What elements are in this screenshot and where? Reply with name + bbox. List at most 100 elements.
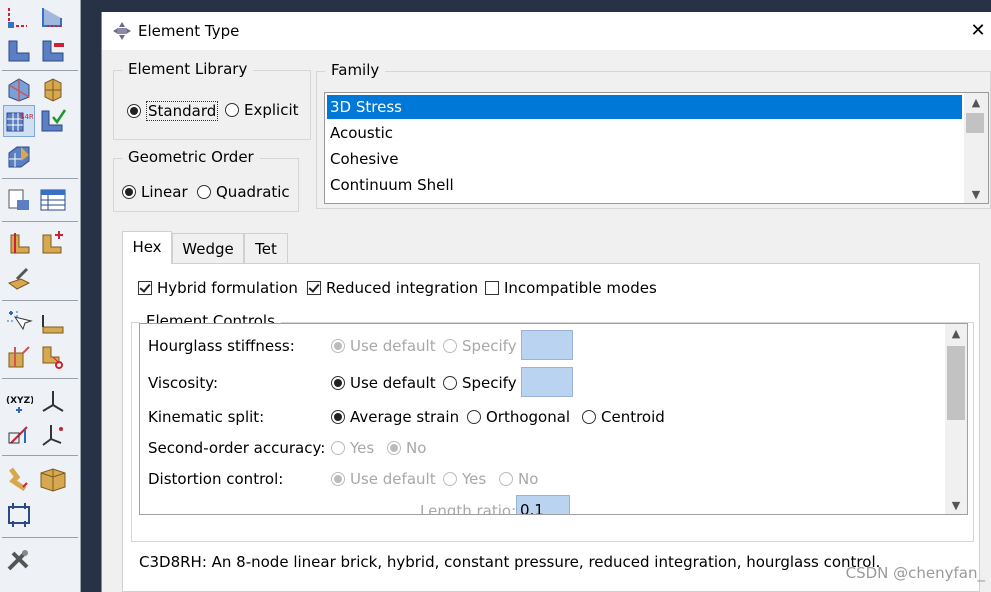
viewport-background-top bbox=[81, 0, 991, 12]
datum-point-icon[interactable] bbox=[38, 420, 68, 450]
radio-indicator[interactable] bbox=[197, 185, 211, 199]
radio-indicator[interactable] bbox=[331, 376, 345, 390]
length-ratio-field[interactable]: 0.1 bbox=[516, 495, 570, 514]
assign-element-type-icon[interactable]: S4R bbox=[3, 105, 35, 137]
radio-indicator[interactable] bbox=[467, 410, 481, 424]
family-item-cohesive[interactable]: Cohesive bbox=[327, 147, 962, 171]
scroll-down-icon[interactable]: ▼ bbox=[964, 185, 988, 203]
split-mesh-icon[interactable] bbox=[38, 342, 68, 372]
tools-icon[interactable] bbox=[4, 546, 34, 576]
hourglass-specify-field[interactable] bbox=[521, 330, 573, 360]
element-library-group: Element Library Standard Explicit bbox=[113, 60, 311, 140]
viscosity-use-default-label: Use default bbox=[350, 374, 436, 392]
checkbox-indicator[interactable] bbox=[307, 281, 321, 295]
viscosity-specify-field[interactable] bbox=[521, 367, 573, 397]
partition-face-icon[interactable] bbox=[4, 228, 34, 258]
table-icon[interactable] bbox=[38, 185, 68, 215]
mesh-orphan-icon[interactable] bbox=[4, 464, 34, 494]
toolbox-divider bbox=[2, 221, 78, 222]
radio-indicator[interactable] bbox=[443, 376, 457, 390]
family-item-3d-stress[interactable]: 3D Stress bbox=[327, 95, 962, 119]
second-order-accuracy-label: Second-order accuracy: bbox=[148, 439, 326, 457]
tab-wedge[interactable]: Wedge bbox=[172, 233, 244, 263]
delete-seeds-icon[interactable] bbox=[38, 36, 68, 66]
viewport-background bbox=[81, 0, 101, 592]
reduced-integration-label: Reduced integration bbox=[326, 279, 479, 297]
seed-part-icon[interactable] bbox=[38, 3, 68, 33]
svg-text:S4R: S4R bbox=[20, 113, 33, 121]
mesh-region-icon[interactable] bbox=[4, 74, 34, 104]
edit-mesh-icon[interactable] bbox=[4, 308, 34, 338]
order-linear-radio[interactable]: Linear bbox=[122, 183, 188, 201]
mesh-node-icon[interactable] bbox=[38, 308, 68, 338]
hybrid-label: Hybrid formulation bbox=[157, 279, 298, 297]
checkbox-indicator[interactable] bbox=[138, 281, 152, 295]
library-standard-radio[interactable]: Standard bbox=[127, 101, 219, 121]
family-item-acoustic[interactable]: Acoustic bbox=[327, 121, 962, 145]
radio-indicator[interactable] bbox=[499, 472, 513, 486]
tab-tet[interactable]: Tet bbox=[244, 233, 288, 263]
close-icon: ✕ bbox=[970, 19, 986, 41]
radio-indicator[interactable] bbox=[331, 339, 345, 353]
length-ratio-label: Length ratio: bbox=[420, 502, 517, 515]
partition-cell-icon[interactable] bbox=[38, 228, 68, 258]
close-button[interactable]: ✕ bbox=[966, 18, 990, 42]
viscosity-specify-radio[interactable]: Specify bbox=[443, 374, 517, 392]
family-scrollbar[interactable]: ▲ ▼ bbox=[964, 93, 988, 203]
query-icon[interactable] bbox=[4, 185, 34, 215]
radio-indicator[interactable] bbox=[443, 339, 457, 353]
mesh-section-icon[interactable] bbox=[38, 464, 68, 494]
radio-indicator[interactable] bbox=[122, 185, 136, 199]
family-item-continuum-shell[interactable]: Continuum Shell bbox=[327, 173, 962, 197]
radio-indicator[interactable] bbox=[582, 410, 596, 424]
library-explicit-radio[interactable]: Explicit bbox=[225, 101, 299, 119]
checkbox-indicator[interactable] bbox=[485, 281, 499, 295]
distortion-yes-radio[interactable]: Yes bbox=[443, 470, 486, 488]
mesh-part-icon[interactable] bbox=[38, 74, 68, 104]
hybrid-checkbox[interactable]: Hybrid formulation bbox=[138, 279, 298, 297]
dialog-titlebar[interactable]: Element Type ✕ bbox=[102, 12, 991, 50]
hourglass-use-default-radio[interactable]: Use default bbox=[331, 337, 436, 355]
viscosity-use-default-radio[interactable]: Use default bbox=[331, 374, 436, 392]
cut-mesh-icon[interactable] bbox=[4, 342, 34, 372]
kinematic-orthogonal-label: Orthogonal bbox=[486, 408, 571, 426]
kinematic-orthogonal-radio[interactable]: Orthogonal bbox=[467, 408, 570, 426]
radio-indicator[interactable] bbox=[387, 441, 401, 455]
radio-indicator[interactable] bbox=[331, 441, 345, 455]
scroll-down-icon[interactable]: ▼ bbox=[945, 496, 967, 514]
virtual-topology-icon[interactable] bbox=[4, 264, 34, 294]
seed-instance-icon[interactable] bbox=[4, 36, 34, 66]
library-standard-label: Standard bbox=[146, 101, 219, 121]
second-order-yes-radio[interactable]: Yes bbox=[331, 439, 374, 457]
order-quadratic-radio[interactable]: Quadratic bbox=[197, 183, 290, 201]
family-title: Family bbox=[325, 61, 386, 79]
kinematic-centroid-radio[interactable]: Centroid bbox=[582, 408, 665, 426]
datum-csys-icon[interactable] bbox=[38, 386, 68, 416]
mesh-boundary-icon[interactable] bbox=[4, 500, 34, 530]
assign-mesh-controls-icon[interactable] bbox=[4, 142, 34, 172]
radio-indicator[interactable] bbox=[225, 103, 239, 117]
verify-mesh-icon[interactable] bbox=[38, 106, 68, 136]
incompatible-modes-checkbox[interactable]: Incompatible modes bbox=[485, 279, 657, 297]
seed-edges-icon[interactable] bbox=[4, 3, 34, 33]
controls-scrollbar[interactable]: ▲ ▼ bbox=[945, 324, 967, 514]
kinematic-average-strain-label: Average strain bbox=[350, 408, 460, 426]
kinematic-average-strain-radio[interactable]: Average strain bbox=[331, 408, 459, 426]
radio-indicator[interactable] bbox=[331, 410, 345, 424]
datum-axis-icon[interactable] bbox=[4, 420, 34, 450]
distortion-no-radio[interactable]: No bbox=[499, 470, 538, 488]
second-order-no-radio[interactable]: No bbox=[387, 439, 426, 457]
radio-indicator[interactable] bbox=[443, 472, 457, 486]
scroll-thumb[interactable] bbox=[966, 113, 984, 133]
hourglass-specify-radio[interactable]: Specify bbox=[443, 337, 517, 355]
scroll-up-icon[interactable]: ▲ bbox=[945, 324, 967, 342]
scroll-up-icon[interactable]: ▲ bbox=[964, 93, 988, 111]
radio-indicator[interactable] bbox=[331, 472, 345, 486]
distortion-use-default-radio[interactable]: Use default bbox=[331, 470, 436, 488]
family-listbox[interactable]: 3D Stress Acoustic Cohesive Continuum Sh… bbox=[324, 92, 989, 204]
tab-hex[interactable]: Hex bbox=[122, 231, 172, 264]
reduced-integration-checkbox[interactable]: Reduced integration bbox=[307, 279, 478, 297]
coordinates-icon[interactable]: (XYZ) bbox=[4, 386, 34, 416]
radio-indicator[interactable] bbox=[127, 104, 141, 118]
scroll-thumb[interactable] bbox=[947, 346, 965, 420]
